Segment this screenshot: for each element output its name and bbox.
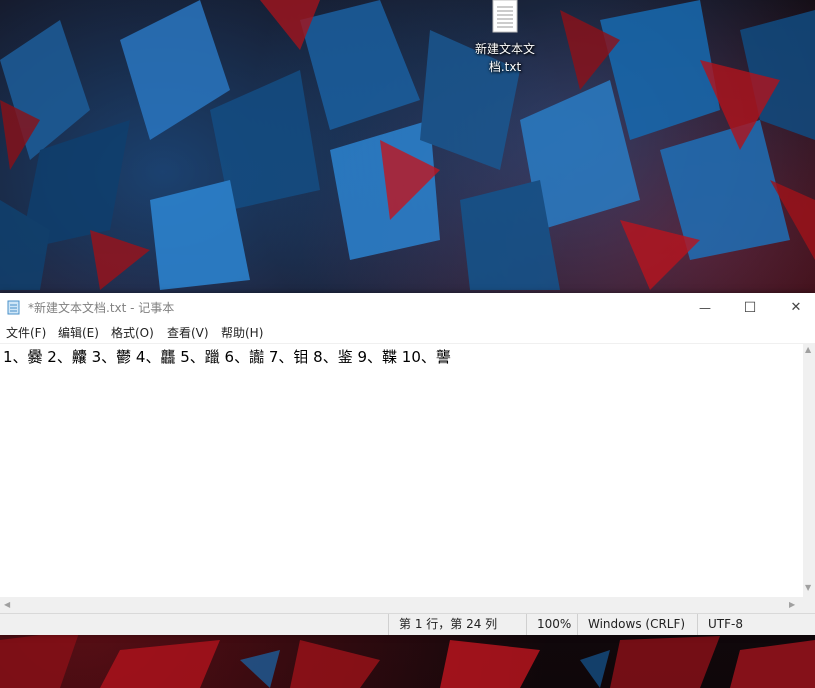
status-line-ending: Windows (CRLF) bbox=[577, 614, 696, 635]
status-bar: 第 1 行，第 24 列 100% Windows (CRLF) UTF-8 bbox=[0, 613, 815, 635]
desktop-file-label: 新建文本文 档.txt bbox=[470, 40, 540, 76]
menu-help[interactable]: 帮助(H) bbox=[221, 324, 263, 341]
scroll-down-icon[interactable]: ▼ bbox=[805, 583, 811, 592]
editor-content[interactable]: 1、爨 2、齉 3、鬱 4、龘 5、躐 6、讟 7、钼 8、鉴 9、鞢 10、讋 bbox=[3, 346, 451, 367]
status-cursor-position: 第 1 行，第 24 列 bbox=[388, 614, 527, 635]
minimize-icon: — bbox=[699, 300, 711, 315]
menu-bar: 文件(F) 编辑(E) 格式(O) 查看(V) 帮助(H) bbox=[0, 322, 815, 342]
text-editor[interactable]: 1、爨 2、齉 3、鬱 4、龘 5、躐 6、讟 7、钼 8、鉴 9、鞢 10、讋 bbox=[0, 343, 803, 598]
text-file-icon bbox=[492, 0, 518, 33]
menu-edit[interactable]: 编辑(E) bbox=[58, 324, 99, 341]
close-icon: ✕ bbox=[790, 300, 802, 315]
desktop-file-label-line1: 新建文本文 bbox=[474, 42, 535, 56]
scroll-up-icon[interactable]: ▲ bbox=[805, 345, 811, 354]
menu-view[interactable]: 查看(V) bbox=[167, 324, 209, 341]
menu-file[interactable]: 文件(F) bbox=[6, 324, 46, 341]
vertical-scrollbar[interactable]: ▲ ▼ bbox=[803, 343, 815, 597]
status-encoding: UTF-8 bbox=[697, 614, 808, 635]
window-title: *新建文本文档.txt - 记事本 bbox=[28, 301, 175, 315]
notepad-window: *新建文本文档.txt - 记事本 — ☐ ✕ 文件(F) 编辑(E) 格式(O… bbox=[0, 293, 815, 635]
close-button[interactable]: ✕ bbox=[773, 293, 815, 322]
scroll-left-icon[interactable]: ◀ bbox=[4, 600, 10, 609]
maximize-button[interactable]: ☐ bbox=[727, 293, 773, 322]
minimize-button[interactable]: — bbox=[682, 293, 728, 322]
menu-format[interactable]: 格式(O) bbox=[111, 324, 154, 341]
horizontal-scrollbar[interactable]: ◀ ▶ bbox=[0, 597, 815, 613]
notepad-icon bbox=[7, 300, 20, 315]
desktop-file-icon[interactable]: 新建文本文 档.txt bbox=[470, 0, 540, 76]
status-zoom: 100% bbox=[526, 614, 577, 635]
desktop-file-label-line2: 档.txt bbox=[488, 60, 522, 74]
title-bar[interactable]: *新建文本文档.txt - 记事本 — ☐ ✕ bbox=[0, 293, 815, 322]
maximize-icon: ☐ bbox=[743, 299, 757, 316]
scroll-right-icon[interactable]: ▶ bbox=[789, 600, 795, 609]
